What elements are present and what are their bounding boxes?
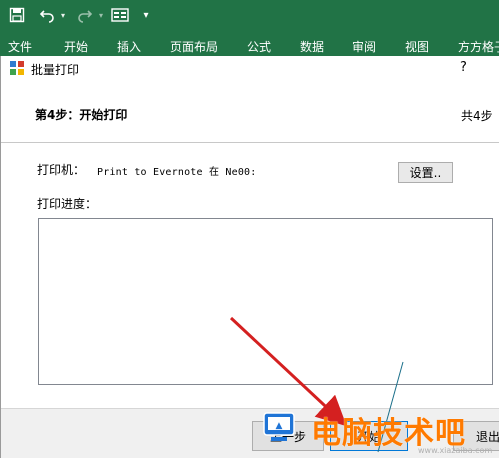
redo-dropdown-icon[interactable]: ▾ bbox=[96, 6, 106, 24]
tab-file[interactable]: 文件 bbox=[8, 38, 32, 55]
watermark-url: www.xiazaiba.com bbox=[418, 446, 493, 455]
undo-icon[interactable] bbox=[38, 6, 56, 24]
redo-icon[interactable] bbox=[76, 6, 94, 24]
tab-fangfang-gezi[interactable]: 方方格子 bbox=[458, 38, 499, 55]
step-title: 第4步：开始打印 bbox=[35, 108, 128, 122]
customize-qat-icon[interactable]: ▾ bbox=[140, 6, 152, 24]
printer-settings-button[interactable]: 设置.. bbox=[398, 162, 453, 183]
excel-quick-access-bar: ▾ ▾ ▾ bbox=[0, 0, 499, 30]
dialog-title: 批量打印 bbox=[31, 63, 80, 77]
print-app-icon bbox=[9, 60, 25, 76]
tab-page-layout[interactable]: 页面布局 bbox=[170, 38, 218, 55]
tab-review[interactable]: 审阅 bbox=[352, 38, 376, 55]
help-button[interactable]: ? bbox=[460, 60, 467, 75]
tab-view[interactable]: 视图 bbox=[405, 38, 429, 55]
print-progress-log[interactable] bbox=[38, 218, 493, 385]
printer-name: Print to Evernote 在 Ne00: bbox=[97, 167, 257, 178]
tab-data[interactable]: 数据 bbox=[300, 38, 324, 55]
batch-print-dialog: 批量打印 ? 第4步：开始打印 共4步 打印机： Print to Everno… bbox=[0, 56, 499, 458]
tab-formulas[interactable]: 公式 bbox=[247, 38, 271, 55]
dialog-titlebar: 批量打印 ? bbox=[1, 56, 499, 80]
undo-dropdown-icon[interactable]: ▾ bbox=[58, 6, 68, 24]
tab-home[interactable]: 开始 bbox=[64, 38, 88, 55]
step-count: 共4步 bbox=[461, 109, 493, 123]
tab-insert[interactable]: 插入 bbox=[117, 38, 141, 55]
header-divider bbox=[1, 142, 499, 143]
ribbon-tab-bar: 文件 开始 插入 页面布局 公式 数据 审阅 视图 方方格子 bbox=[0, 30, 499, 56]
printer-label: 打印机： bbox=[37, 163, 86, 177]
progress-label: 打印进度： bbox=[37, 197, 98, 211]
form-icon[interactable] bbox=[110, 6, 130, 24]
save-icon[interactable] bbox=[8, 6, 26, 24]
